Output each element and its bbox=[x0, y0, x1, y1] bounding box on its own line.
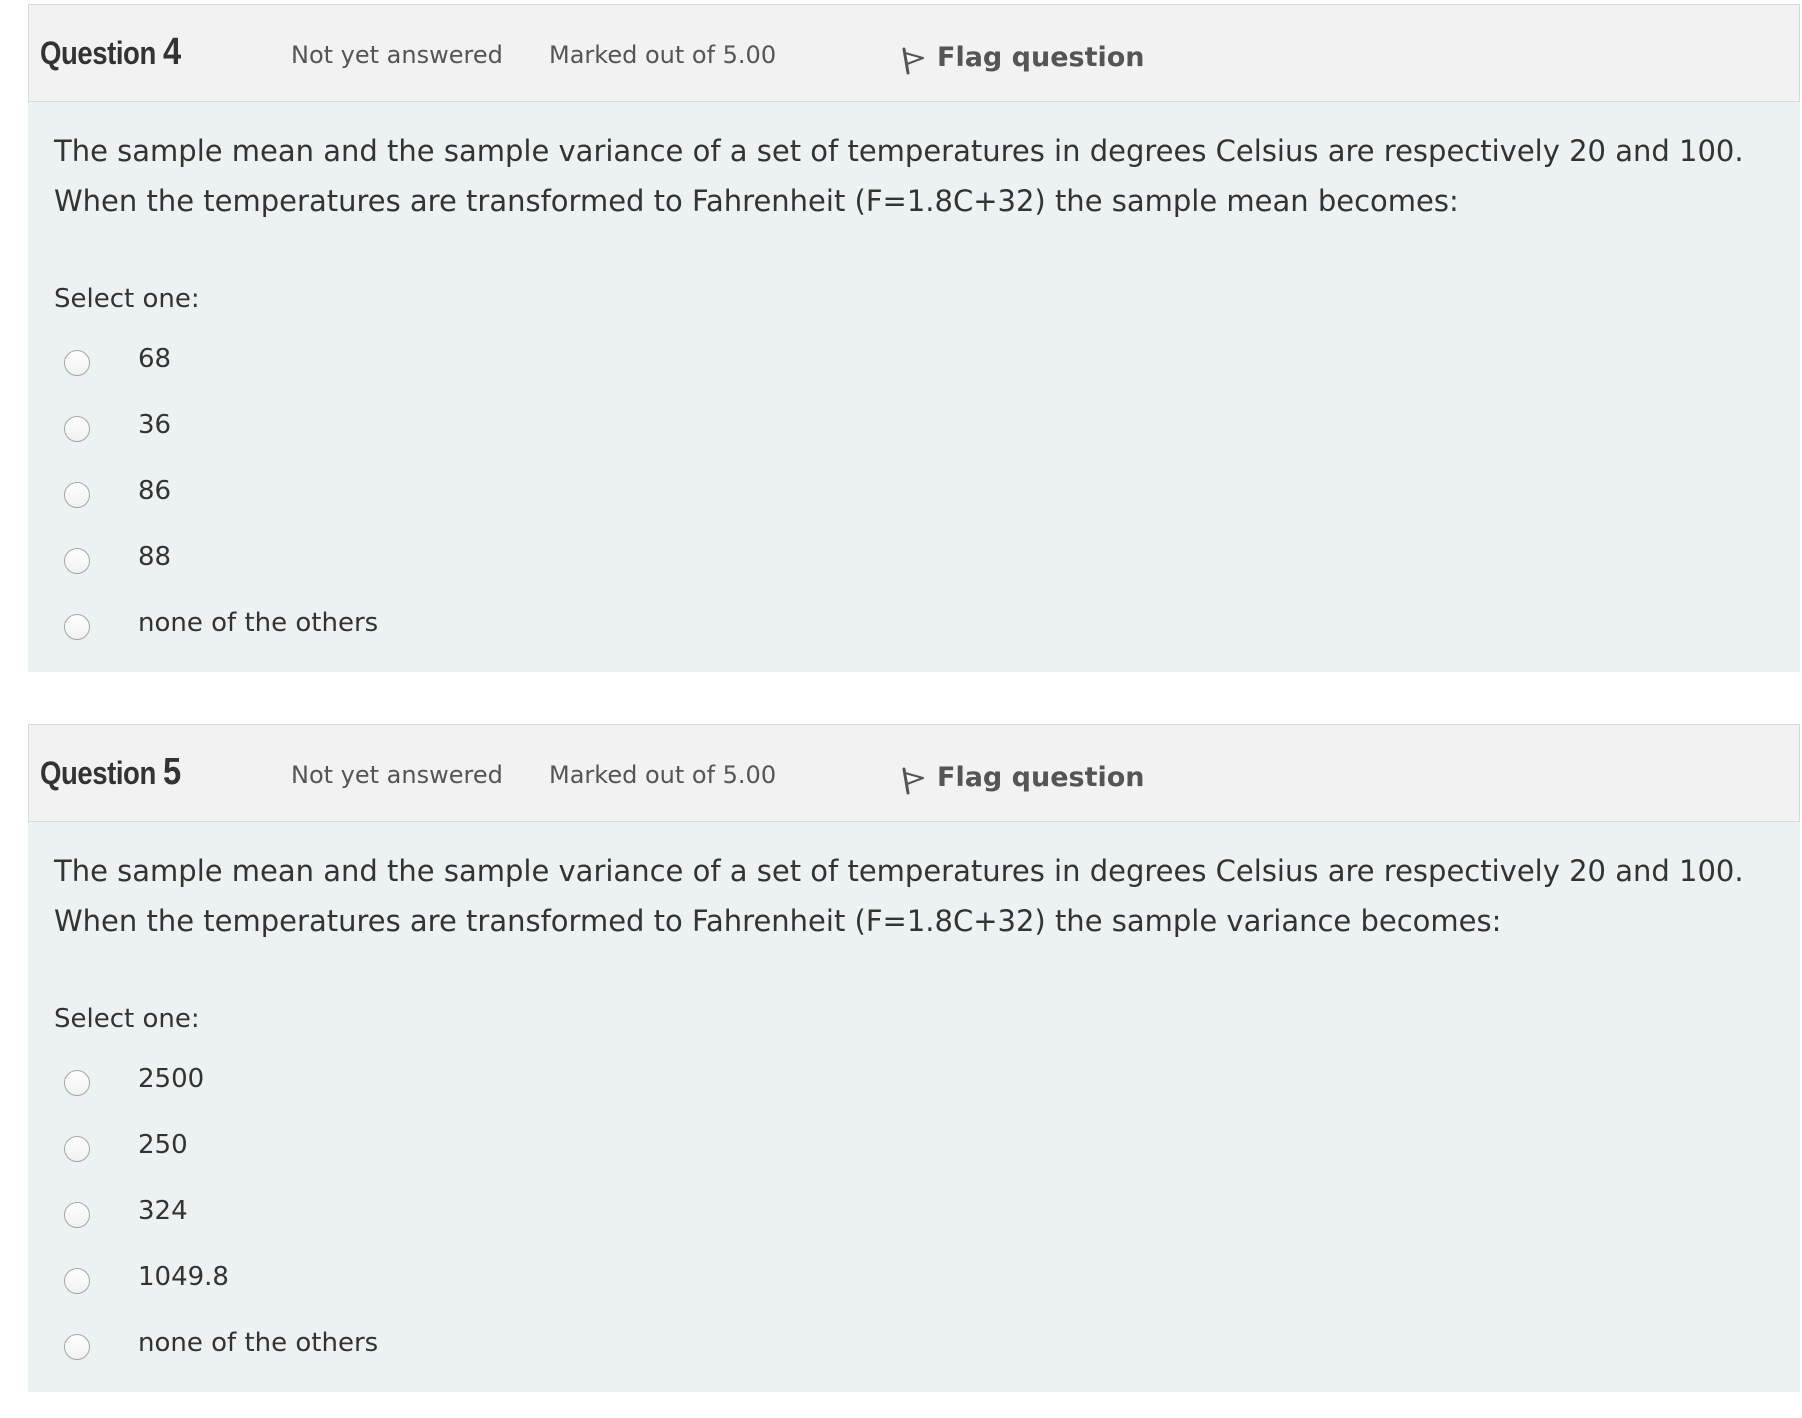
answer-list: 2500 250 324 1049.8 none of the others bbox=[54, 1046, 1774, 1376]
answer-label: 324 bbox=[138, 1196, 188, 1226]
radio-button[interactable] bbox=[64, 416, 90, 442]
flag-question-button[interactable]: Flag question bbox=[901, 759, 1145, 795]
radio-button[interactable] bbox=[64, 548, 90, 574]
answer-option[interactable]: 324 bbox=[54, 1178, 1774, 1244]
question-grade: Marked out of 5.00 bbox=[549, 41, 777, 69]
question-title-label: Question bbox=[40, 35, 156, 71]
question-text-line: When the temperatures are transformed to… bbox=[54, 904, 1502, 938]
question-text-line: The sample mean and the sample variance … bbox=[54, 134, 1744, 168]
answer-label: none of the others bbox=[138, 608, 379, 638]
answer-label: 36 bbox=[138, 410, 172, 440]
answer-option[interactable]: none of the others bbox=[54, 1310, 1774, 1376]
answer-option[interactable]: none of the others bbox=[54, 590, 1774, 656]
question-state: Not yet answered bbox=[291, 761, 503, 789]
flag-icon bbox=[902, 767, 925, 795]
radio-button[interactable] bbox=[64, 482, 90, 508]
question-text: The sample mean and the sample variance … bbox=[54, 846, 1774, 946]
flag-question-label: Flag question bbox=[937, 41, 1145, 73]
flag-question-label: Flag question bbox=[937, 761, 1145, 793]
question-title-label: Question bbox=[40, 755, 156, 791]
question-info: Question 5 Not yet answered Marked out o… bbox=[28, 724, 1800, 822]
flag-icon bbox=[902, 47, 925, 75]
question-number-value: 5 bbox=[163, 751, 181, 793]
radio-button[interactable] bbox=[64, 1268, 90, 1294]
question-state: Not yet answered bbox=[291, 41, 503, 69]
radio-button[interactable] bbox=[64, 1136, 90, 1162]
answer-label: 1049.8 bbox=[138, 1262, 229, 1292]
radio-button[interactable] bbox=[64, 614, 90, 640]
question-text-line: The sample mean and the sample variance … bbox=[54, 854, 1744, 888]
answer-label: 86 bbox=[138, 476, 172, 506]
question-text: The sample mean and the sample variance … bbox=[54, 126, 1774, 226]
radio-button[interactable] bbox=[64, 1334, 90, 1360]
answer-option[interactable]: 1049.8 bbox=[54, 1244, 1774, 1310]
answer-option[interactable]: 36 bbox=[54, 392, 1774, 458]
answer-label: none of the others bbox=[138, 1328, 379, 1358]
question-grade: Marked out of 5.00 bbox=[549, 761, 777, 789]
answer-option[interactable]: 88 bbox=[54, 524, 1774, 590]
radio-button[interactable] bbox=[64, 1070, 90, 1096]
answer-option[interactable]: 86 bbox=[54, 458, 1774, 524]
answer-label: 250 bbox=[138, 1130, 188, 1160]
answer-option[interactable]: 250 bbox=[54, 1112, 1774, 1178]
question-info: Question 4 Not yet answered Marked out o… bbox=[28, 4, 1800, 102]
answer-label: 2500 bbox=[138, 1064, 205, 1094]
question-5: Question 5 Not yet answered Marked out o… bbox=[28, 724, 1800, 1392]
answer-option[interactable]: 68 bbox=[54, 326, 1774, 392]
question-content: The sample mean and the sample variance … bbox=[28, 822, 1800, 1392]
select-one-prompt: Select one: bbox=[54, 1004, 200, 1034]
question-number-value: 4 bbox=[163, 31, 181, 73]
flag-question-button[interactable]: Flag question bbox=[901, 39, 1145, 75]
answer-option[interactable]: 2500 bbox=[54, 1046, 1774, 1112]
radio-button[interactable] bbox=[64, 350, 90, 376]
answer-label: 68 bbox=[138, 344, 172, 374]
answer-label: 88 bbox=[138, 542, 172, 572]
select-one-prompt: Select one: bbox=[54, 284, 200, 314]
radio-button[interactable] bbox=[64, 1202, 90, 1228]
question-text-line: When the temperatures are transformed to… bbox=[54, 184, 1459, 218]
question-content: The sample mean and the sample variance … bbox=[28, 102, 1800, 672]
question-number: Question 5 bbox=[40, 751, 181, 794]
answer-list: 68 36 86 88 none of the others bbox=[54, 326, 1774, 656]
question-4: Question 4 Not yet answered Marked out o… bbox=[28, 4, 1800, 672]
question-number: Question 4 bbox=[40, 31, 181, 74]
